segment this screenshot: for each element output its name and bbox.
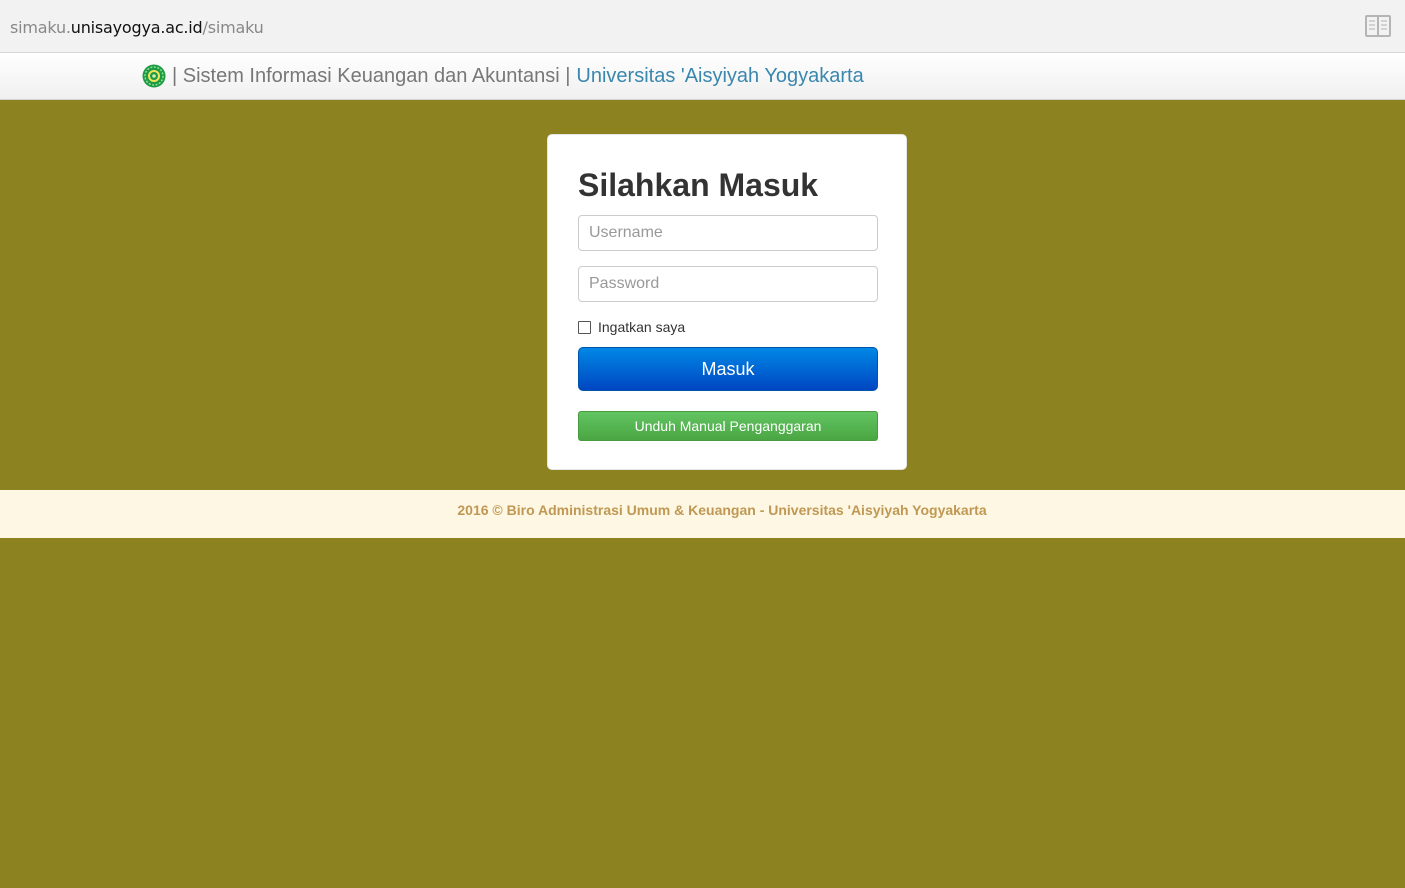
footer-copyright: 2016 © Biro Administrasi Umum & Keuangan…: [457, 502, 987, 518]
remember-me-label: Ingatkan saya: [598, 319, 686, 335]
reader-view-icon[interactable]: [1365, 14, 1391, 38]
url-text[interactable]: simaku.unisayogya.ac.id/simaku: [10, 18, 264, 37]
remember-me-checkbox[interactable]: Ingatkan saya: [578, 319, 685, 335]
top-navbar: | Sistem Informasi Keuangan dan Akuntans…: [0, 53, 1405, 100]
brand-system-name: | Sistem Informasi Keuangan dan Akuntans…: [172, 64, 571, 87]
username-input[interactable]: [578, 215, 878, 251]
password-input[interactable]: [578, 266, 878, 302]
navbar-brand[interactable]: | Sistem Informasi Keuangan dan Akuntans…: [142, 63, 864, 89]
login-card: Silahkan Masuk Ingatkan saya Masuk Unduh…: [547, 134, 907, 470]
download-manual-button[interactable]: Unduh Manual Penganggaran: [578, 411, 878, 441]
login-button[interactable]: Masuk: [578, 347, 878, 391]
login-title: Silahkan Masuk: [578, 167, 819, 203]
remember-checkbox-box[interactable]: [578, 320, 591, 334]
university-logo-icon: [142, 64, 166, 88]
url-prefix: simaku.: [10, 18, 71, 37]
address-bar[interactable]: simaku.unisayogya.ac.id/simaku: [0, 0, 1405, 53]
url-path: /simaku: [202, 18, 264, 37]
page-footer: 2016 © Biro Administrasi Umum & Keuangan…: [0, 490, 1405, 538]
brand-university-link[interactable]: Universitas 'Aisyiyah Yogyakarta: [576, 65, 863, 88]
url-host: unisayogya.ac.id: [70, 18, 203, 37]
